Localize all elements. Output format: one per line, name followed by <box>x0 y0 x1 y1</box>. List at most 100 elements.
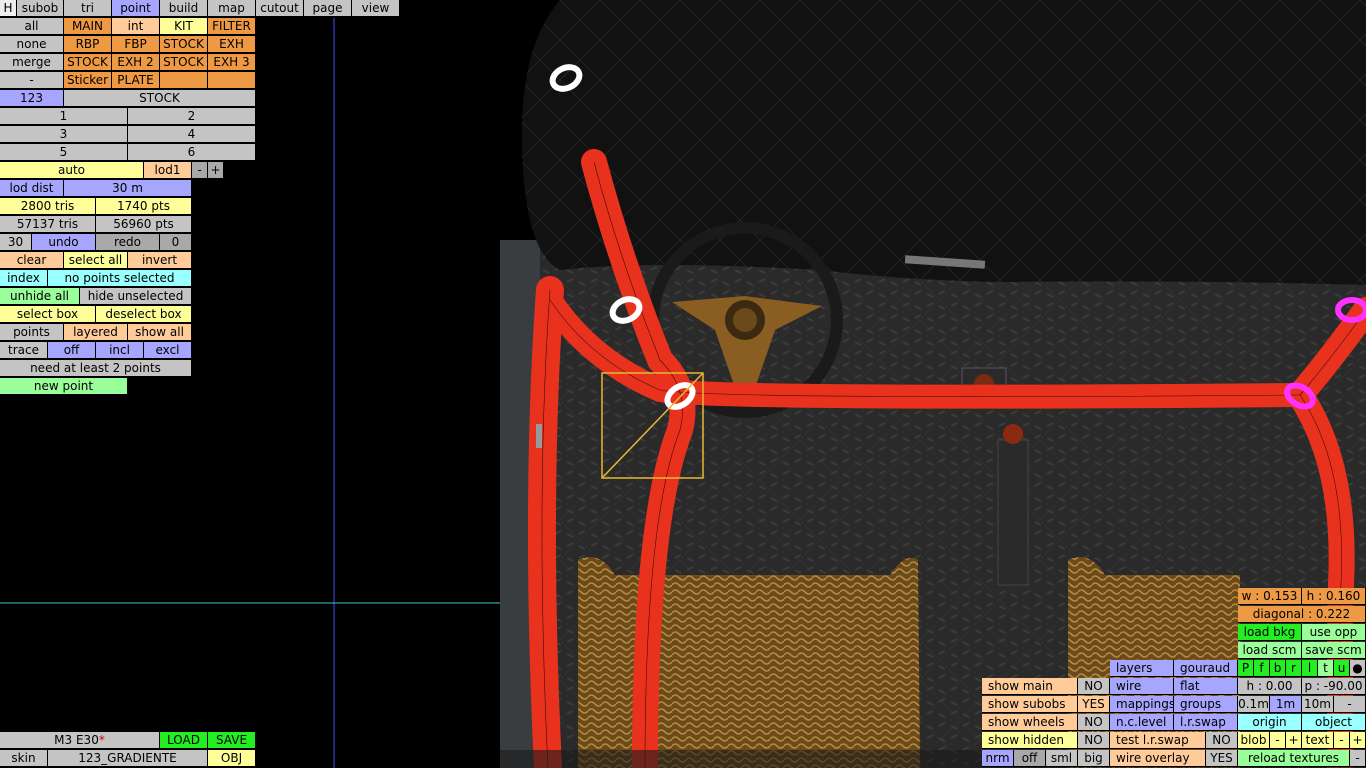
layer-empty[interactable] <box>208 72 256 89</box>
layer-stock[interactable]: STOCK <box>160 36 208 53</box>
view-l-button[interactable]: l <box>1302 660 1318 677</box>
menu-build[interactable]: build <box>160 0 208 17</box>
num-5[interactable]: 5 <box>0 144 128 161</box>
lod-plus-button[interactable]: + <box>208 162 224 179</box>
menu-view[interactable]: view <box>352 0 400 17</box>
view-b-button[interactable]: b <box>1270 660 1286 677</box>
test-lr-swap-label[interactable]: test l.r.swap <box>1110 732 1206 749</box>
num-2[interactable]: 2 <box>128 108 256 125</box>
menu-subob[interactable]: subob <box>17 0 64 17</box>
show-subobs-value[interactable]: YES <box>1078 696 1110 713</box>
layer-none[interactable]: none <box>0 36 64 53</box>
blob-minus-button[interactable]: - <box>1270 732 1286 749</box>
menu-cutout[interactable]: cutout <box>256 0 304 17</box>
menu-h[interactable]: H <box>0 0 17 17</box>
current-layer-name[interactable]: STOCK <box>64 90 256 107</box>
unhide-all-button[interactable]: unhide all <box>0 288 80 305</box>
menu-tri[interactable]: tri <box>64 0 112 17</box>
view-u-button[interactable]: u <box>1334 660 1350 677</box>
redo-button[interactable]: redo <box>96 234 160 251</box>
show-main-value[interactable]: NO <box>1078 678 1110 695</box>
show-hidden-label[interactable]: show hidden <box>982 732 1078 749</box>
invert-button[interactable]: invert <box>128 252 192 269</box>
layer-exh2[interactable]: EXH 2 <box>112 54 160 71</box>
undo-button[interactable]: undo <box>32 234 96 251</box>
menu-point[interactable]: point <box>112 0 160 17</box>
points-button[interactable]: points <box>0 324 64 341</box>
view-f-button[interactable]: f <box>1254 660 1270 677</box>
menu-page[interactable]: page <box>304 0 352 17</box>
trace-excl-button[interactable]: excl <box>144 342 192 359</box>
origin-button[interactable]: origin <box>1238 714 1302 731</box>
menu-map[interactable]: map <box>208 0 256 17</box>
load-scm-button[interactable]: load scm <box>1238 642 1302 659</box>
load-bkg-button[interactable]: load bkg <box>1238 624 1302 641</box>
lr-swap-button[interactable]: l.r.swap <box>1174 714 1238 731</box>
size-sml-button[interactable]: sml <box>1046 750 1078 767</box>
layer-exh[interactable]: EXH <box>208 36 256 53</box>
layer-main[interactable]: MAIN <box>64 18 112 35</box>
size-big-button[interactable]: big <box>1078 750 1110 767</box>
trace-off-button[interactable]: off <box>48 342 96 359</box>
obj-button[interactable]: OBJ <box>208 750 256 767</box>
layer-dash[interactable]: - <box>0 72 64 89</box>
layer-exh3[interactable]: EXH 3 <box>208 54 256 71</box>
size-nrm-button[interactable]: nrm <box>982 750 1014 767</box>
layer-all[interactable]: all <box>0 18 64 35</box>
show-wheels-label[interactable]: show wheels <box>982 714 1078 731</box>
save-button[interactable]: SAVE <box>208 732 256 749</box>
wire-button[interactable]: wire <box>1110 678 1174 695</box>
text-minus-button[interactable]: - <box>1334 732 1350 749</box>
layer-stock[interactable]: STOCK <box>64 54 112 71</box>
show-subobs-label[interactable]: show subobs <box>982 696 1078 713</box>
flat-button[interactable]: flat <box>1174 678 1238 695</box>
lod-minus-button[interactable]: - <box>192 162 208 179</box>
layers-button[interactable]: layers <box>1110 660 1174 677</box>
layer-rbp[interactable]: RBP <box>64 36 112 53</box>
blob-plus-button[interactable]: + <box>1286 732 1302 749</box>
view-r-button[interactable]: r <box>1286 660 1302 677</box>
layered-button[interactable]: layered <box>64 324 128 341</box>
pitch-value[interactable]: p : -90.00 <box>1302 678 1366 695</box>
select-all-button[interactable]: select all <box>64 252 128 269</box>
lod-level[interactable]: lod1 <box>144 162 192 179</box>
view-t-button[interactable]: t <box>1318 660 1334 677</box>
lod-auto[interactable]: auto <box>0 162 144 179</box>
object-button[interactable]: object <box>1302 714 1366 731</box>
clear-button[interactable]: clear <box>0 252 64 269</box>
reload-minus-button[interactable]: - <box>1350 750 1366 767</box>
skin-value[interactable]: 123_GRADIENTE <box>48 750 208 767</box>
show-all-button[interactable]: show all <box>128 324 192 341</box>
groups-button[interactable]: groups <box>1174 696 1238 713</box>
layer-int[interactable]: int <box>112 18 160 35</box>
num-4[interactable]: 4 <box>128 126 256 143</box>
wire-overlay-label[interactable]: wire overlay <box>1110 750 1206 767</box>
show-hidden-value[interactable]: NO <box>1078 732 1110 749</box>
use-opp-button[interactable]: use opp <box>1302 624 1366 641</box>
num-1[interactable]: 1 <box>0 108 128 125</box>
text-plus-button[interactable]: + <box>1350 732 1366 749</box>
select-box-button[interactable]: select box <box>0 306 96 323</box>
layer-empty[interactable] <box>160 72 208 89</box>
layer-stock[interactable]: STOCK <box>160 54 208 71</box>
deselect-box-button[interactable]: deselect box <box>96 306 192 323</box>
step-0-1m-button[interactable]: 0.1m <box>1238 696 1270 713</box>
layer-sticker[interactable]: Sticker <box>64 72 112 89</box>
show-wheels-value[interactable]: NO <box>1078 714 1110 731</box>
nc-level-button[interactable]: n.c.level <box>1110 714 1174 731</box>
step-1m-button[interactable]: 1m <box>1270 696 1302 713</box>
mappings-button[interactable]: mappings <box>1110 696 1174 713</box>
new-point-button[interactable]: new point <box>0 378 128 395</box>
wire-overlay-value[interactable]: YES <box>1206 750 1238 767</box>
save-scm-button[interactable]: save scm <box>1302 642 1366 659</box>
step-minus-button[interactable]: - <box>1334 696 1366 713</box>
show-main-label[interactable]: show main <box>982 678 1078 695</box>
view-dot-button[interactable]: ● <box>1350 660 1366 677</box>
lod-dist-value[interactable]: 30 m <box>64 180 192 197</box>
layer-fbp[interactable]: FBP <box>112 36 160 53</box>
view-p-button[interactable]: P <box>1238 660 1254 677</box>
layer-kit[interactable]: KIT <box>160 18 208 35</box>
hide-unselected-button[interactable]: hide unselected <box>80 288 192 305</box>
gouraud-button[interactable]: gouraud <box>1174 660 1238 677</box>
reload-textures-button[interactable]: reload textures <box>1238 750 1350 767</box>
